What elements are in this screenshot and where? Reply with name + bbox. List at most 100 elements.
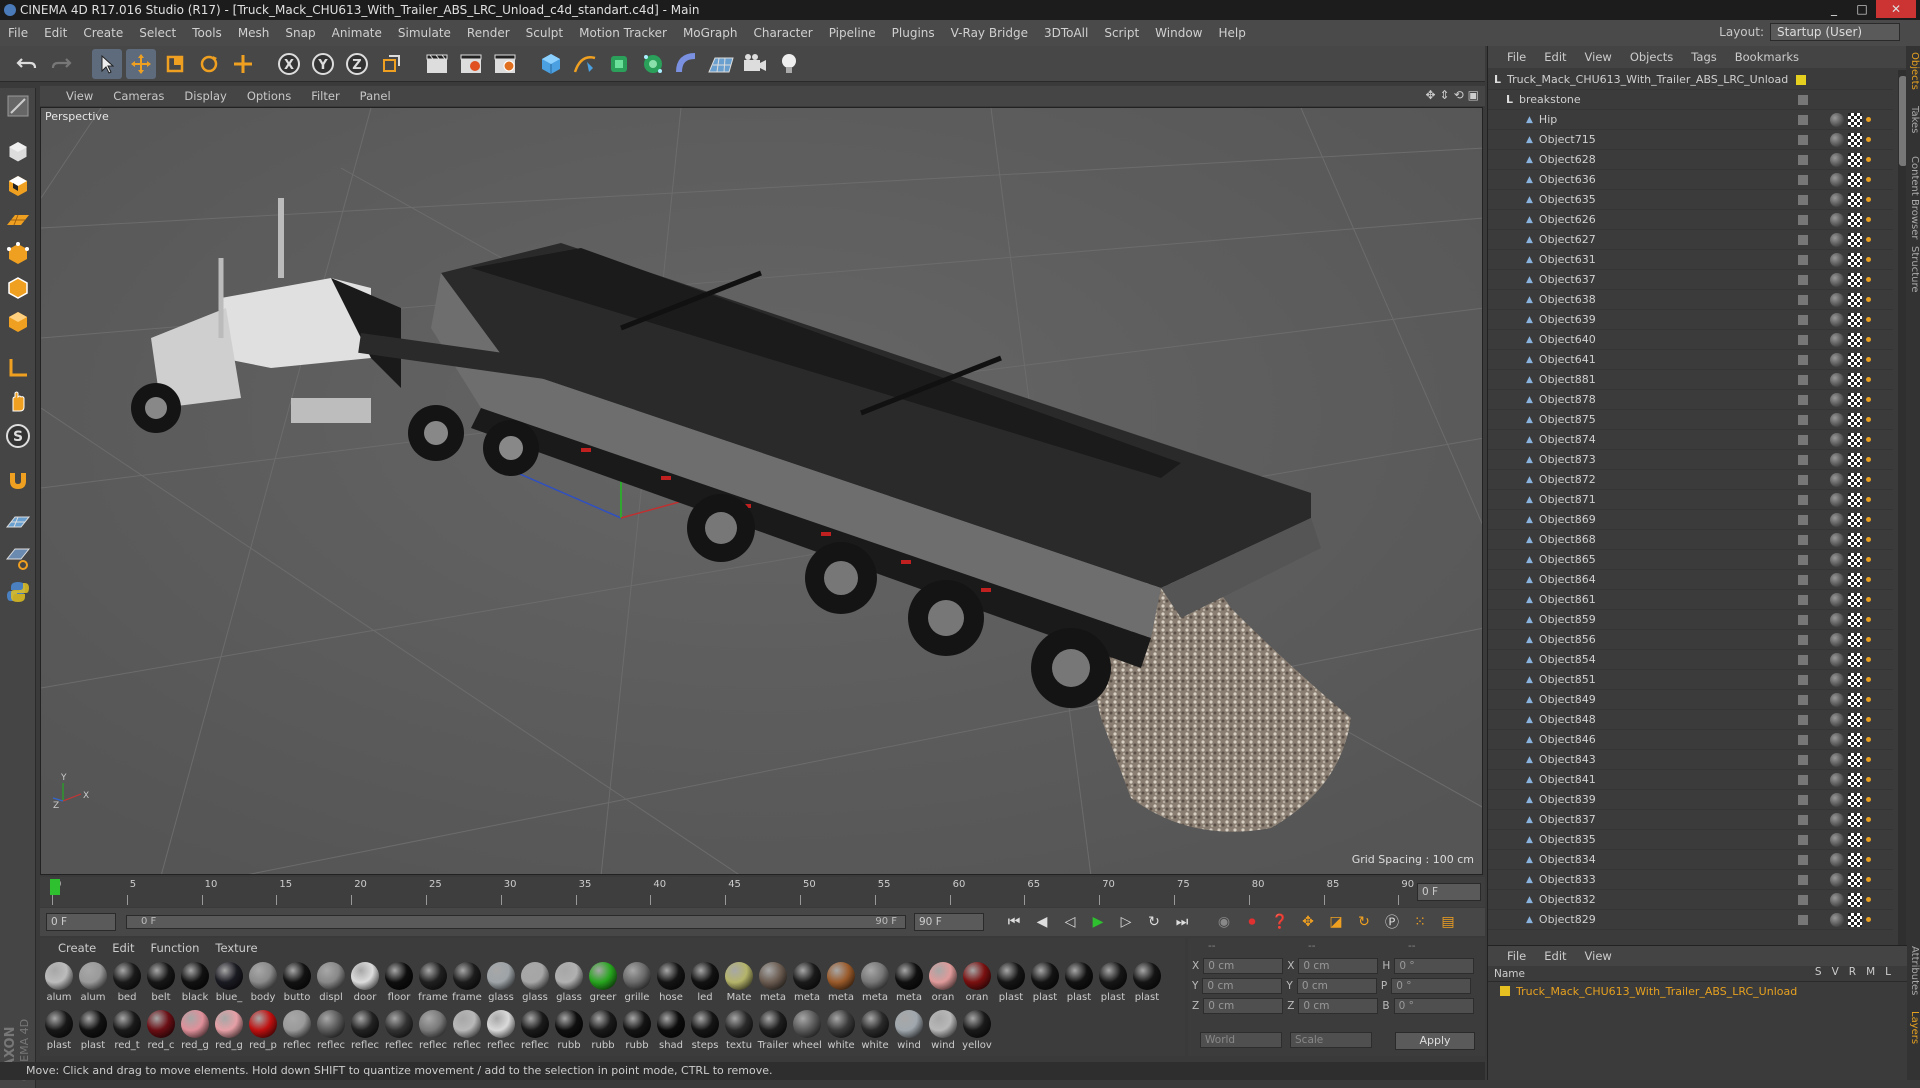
material-swatch[interactable]: rubb: [552, 1008, 586, 1056]
side-tab-attributes[interactable]: Attributes: [1906, 946, 1920, 995]
material-tag-icon[interactable]: [1830, 832, 1844, 847]
object-row[interactable]: ▲ Object871: [1488, 490, 1893, 510]
object-row[interactable]: ▲ Object841: [1488, 770, 1893, 790]
texture-tag-icon[interactable]: [1848, 912, 1862, 927]
menu-snap[interactable]: Snap: [277, 26, 323, 40]
material-swatch[interactable]: grille: [620, 960, 654, 1008]
layout-dropdown[interactable]: Startup (User): [1770, 23, 1900, 41]
coords-position-field[interactable]: 0 cm: [1203, 998, 1284, 1014]
visibility-toggle[interactable]: [1798, 154, 1808, 165]
viewport-menu-display[interactable]: Display: [174, 89, 236, 103]
material-swatch[interactable]: rubb: [586, 1008, 620, 1056]
tweak-mode-button[interactable]: [2, 386, 34, 418]
object-group-row[interactable]: Lbreakstone: [1488, 90, 1893, 110]
object-row[interactable]: ▲ Object848: [1488, 710, 1893, 730]
transform-tool-button[interactable]: [228, 49, 258, 79]
material-tag-icon[interactable]: [1830, 392, 1844, 407]
object-menu-edit[interactable]: Edit: [1535, 50, 1575, 64]
material-tag-icon[interactable]: [1830, 812, 1844, 827]
object-menu-bookmarks[interactable]: Bookmarks: [1726, 50, 1808, 64]
material-swatch[interactable]: meta: [824, 960, 858, 1008]
material-swatch[interactable]: alum: [76, 960, 110, 1008]
menu-simulate[interactable]: Simulate: [390, 26, 459, 40]
material-swatch[interactable]: steps: [688, 1008, 722, 1056]
material-swatch[interactable]: oran: [960, 960, 994, 1008]
dolly-icon[interactable]: ⇕: [1440, 88, 1450, 102]
go-to-end-button[interactable]: ⏭: [1170, 910, 1194, 934]
visibility-toggle[interactable]: [1798, 714, 1808, 725]
object-row[interactable]: ▲ Object839: [1488, 790, 1893, 810]
visibility-toggle[interactable]: [1798, 674, 1808, 685]
material-menu-texture[interactable]: Texture: [207, 941, 265, 955]
redo-button[interactable]: [46, 49, 76, 79]
material-swatch[interactable]: white: [824, 1008, 858, 1056]
material-tag-icon[interactable]: [1830, 352, 1844, 367]
layer-menu-view[interactable]: View: [1576, 949, 1621, 963]
texture-tag-icon[interactable]: [1848, 192, 1862, 207]
visibility-toggle[interactable]: [1798, 134, 1808, 145]
material-tag-icon[interactable]: [1830, 412, 1844, 427]
material-swatch[interactable]: reflec: [314, 1008, 348, 1056]
next-frame-button[interactable]: ▷: [1114, 910, 1138, 934]
render-view-button[interactable]: [422, 49, 452, 79]
visibility-toggle[interactable]: [1798, 354, 1808, 365]
coords-rotation-field[interactable]: 0 °: [1391, 978, 1472, 994]
object-row[interactable]: ▲ Object869: [1488, 510, 1893, 530]
side-tab-layers[interactable]: Layers: [1906, 1011, 1920, 1044]
visibility-toggle[interactable]: [1798, 194, 1808, 205]
object-menu-objects[interactable]: Objects: [1621, 50, 1682, 64]
side-tab-structure[interactable]: Structure: [1906, 246, 1920, 293]
texture-tag-icon[interactable]: [1848, 512, 1862, 527]
material-swatch[interactable]: reflec: [348, 1008, 382, 1056]
object-row[interactable]: ▲ Object715: [1488, 130, 1893, 150]
menu-select[interactable]: Select: [131, 26, 184, 40]
key-rotation-button[interactable]: ↻: [1352, 910, 1376, 934]
texture-tag-icon[interactable]: [1848, 832, 1862, 847]
coordinate-system-button[interactable]: [376, 49, 406, 79]
layer-menu-file[interactable]: File: [1498, 949, 1535, 963]
material-tag-icon[interactable]: [1830, 732, 1844, 747]
material-swatch[interactable]: reflec: [484, 1008, 518, 1056]
current-frame-field[interactable]: 0 F: [1417, 883, 1481, 901]
material-swatch[interactable]: belt: [144, 960, 178, 1008]
coords-space-dropdown[interactable]: World: [1200, 1032, 1282, 1048]
object-row[interactable]: ▲ Object854: [1488, 650, 1893, 670]
coords-size-field[interactable]: 0 cm: [1296, 978, 1377, 994]
close-button[interactable]: ✕: [1876, 0, 1916, 18]
material-swatch[interactable]: frame: [450, 960, 484, 1008]
texture-tag-icon[interactable]: [1848, 452, 1862, 467]
object-row[interactable]: ▲ Object846: [1488, 730, 1893, 750]
material-tag-icon[interactable]: [1830, 452, 1844, 467]
object-row[interactable]: ▲ Object878: [1488, 390, 1893, 410]
material-swatch[interactable]: alum: [42, 960, 76, 1008]
material-swatch[interactable]: door: [348, 960, 382, 1008]
material-tag-icon[interactable]: [1830, 472, 1844, 487]
coords-position-field[interactable]: 0 cm: [1202, 978, 1283, 994]
texture-tag-icon[interactable]: [1848, 712, 1862, 727]
menu-help[interactable]: Help: [1210, 26, 1253, 40]
menu-motion-tracker[interactable]: Motion Tracker: [571, 26, 675, 40]
key-parameter-button[interactable]: Ⓟ: [1380, 910, 1404, 934]
material-swatch[interactable]: red_c: [144, 1008, 178, 1056]
visibility-toggle[interactable]: [1798, 794, 1808, 805]
texture-tag-icon[interactable]: [1848, 772, 1862, 787]
material-swatch[interactable]: butto: [280, 960, 314, 1008]
workplane-mode-button[interactable]: [2, 204, 34, 236]
material-tag-icon[interactable]: [1830, 432, 1844, 447]
material-swatch[interactable]: reflec: [518, 1008, 552, 1056]
material-swatch[interactable]: meta: [790, 960, 824, 1008]
visibility-toggle[interactable]: [1798, 454, 1808, 465]
live-selection-button[interactable]: [92, 48, 122, 79]
menu-v-ray-bridge[interactable]: V-Ray Bridge: [943, 26, 1036, 40]
timeline-playhead[interactable]: [50, 879, 60, 895]
material-swatch[interactable]: Trailer: [756, 1008, 790, 1056]
material-tag-icon[interactable]: [1830, 772, 1844, 787]
visibility-toggle[interactable]: [1798, 414, 1808, 425]
key-position-button[interactable]: ✥: [1296, 910, 1320, 934]
add-deformer-button[interactable]: [672, 49, 702, 79]
texture-tag-icon[interactable]: [1848, 492, 1862, 507]
magnet-button[interactable]: [2, 464, 34, 496]
texture-tag-icon[interactable]: [1848, 552, 1862, 567]
coords-rotation-field[interactable]: 0 °: [1393, 998, 1474, 1014]
visibility-toggle[interactable]: [1798, 434, 1808, 445]
